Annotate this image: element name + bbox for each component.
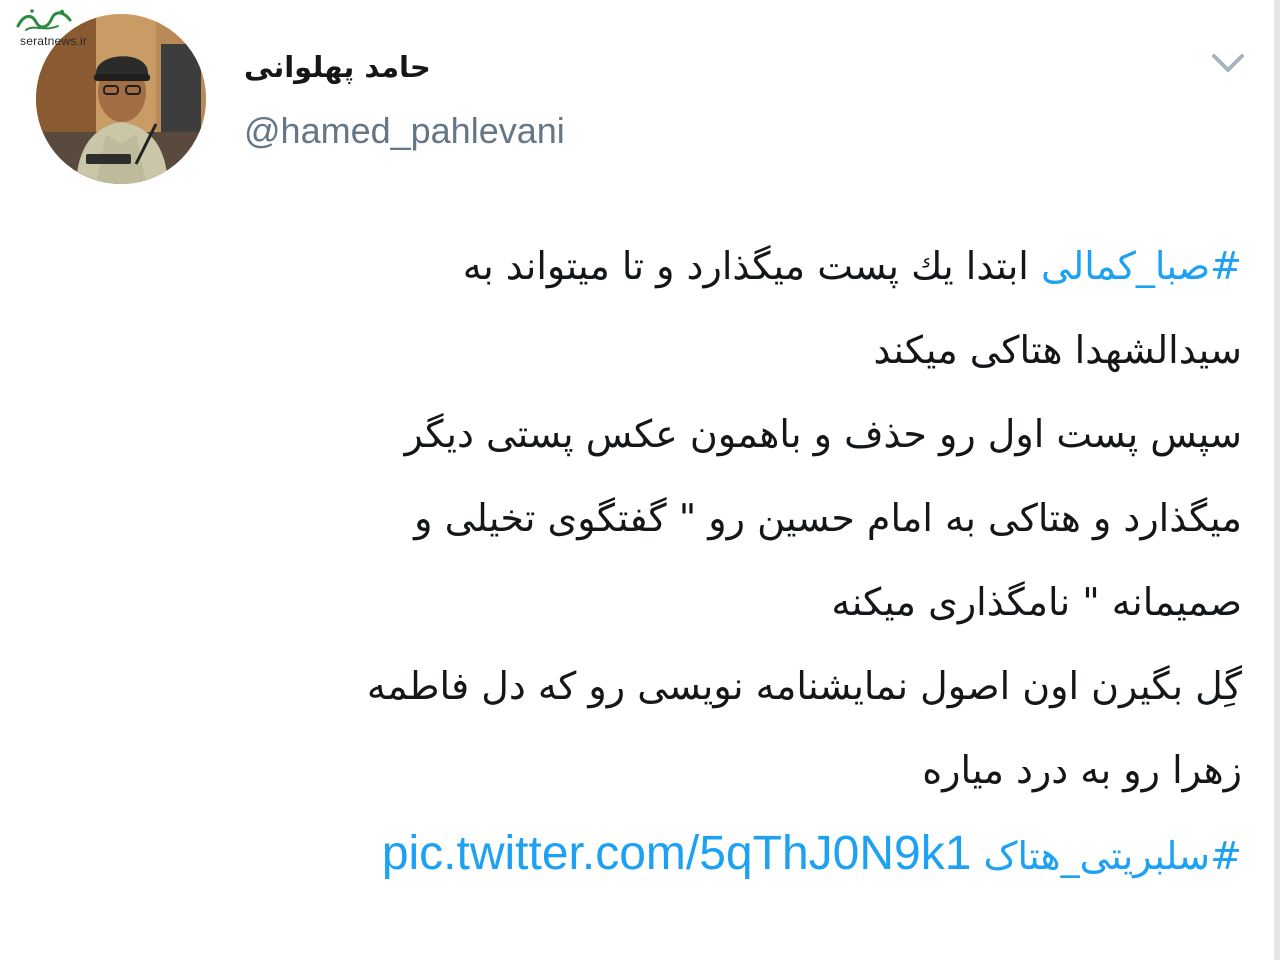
chevron-down-icon xyxy=(1212,54,1244,72)
hashtag-link[interactable]: #سلبریتی_هتاک xyxy=(983,834,1242,878)
tweet-line: سیدالشهدا هتاکی میکند xyxy=(873,328,1242,372)
tweet-line-text: ابتدا يك پست میگذارد و تا میتواند به xyxy=(462,244,1041,288)
tweet-line: گِل بگیرن اون اصول نمایشنامه نویسی رو که… xyxy=(366,664,1242,708)
user-handle[interactable]: @hamed_pahlevani xyxy=(244,110,565,152)
tweet-line: #سلبریتی_هتاک pic.twitter.com/5qThJ0N9k1 xyxy=(130,812,1242,898)
hashtag-link[interactable]: #صبا_کمالی xyxy=(1041,244,1242,288)
watermark-site: seratnews.ir xyxy=(20,34,88,48)
watermark: seratnews.ir xyxy=(14,6,104,52)
screen-edge xyxy=(1274,0,1280,960)
display-name[interactable]: حامد پهلوانی xyxy=(244,50,431,84)
tweet-line: میگذارد و هتاکی به امام حسین رو " گفتگوی… xyxy=(414,496,1242,540)
tweet-menu-button[interactable] xyxy=(1206,44,1250,80)
watermark-logo-icon xyxy=(16,9,72,31)
tweet-line: سپس پست اول رو حذف و باهمون عکس پستی دیگ… xyxy=(404,412,1242,456)
tweet-line: #صبا_کمالی ابتدا يك پست میگذارد و تا میت… xyxy=(130,224,1242,308)
tweet-line: زهرا رو به درد میاره xyxy=(922,748,1242,792)
tweet-line: صمیمانه " نامگذاری میکنه xyxy=(831,580,1242,624)
tweet-text: #صبا_کمالی ابتدا يك پست میگذارد و تا میت… xyxy=(130,224,1242,898)
media-link[interactable]: pic.twitter.com/5qThJ0N9k1 xyxy=(382,827,972,880)
